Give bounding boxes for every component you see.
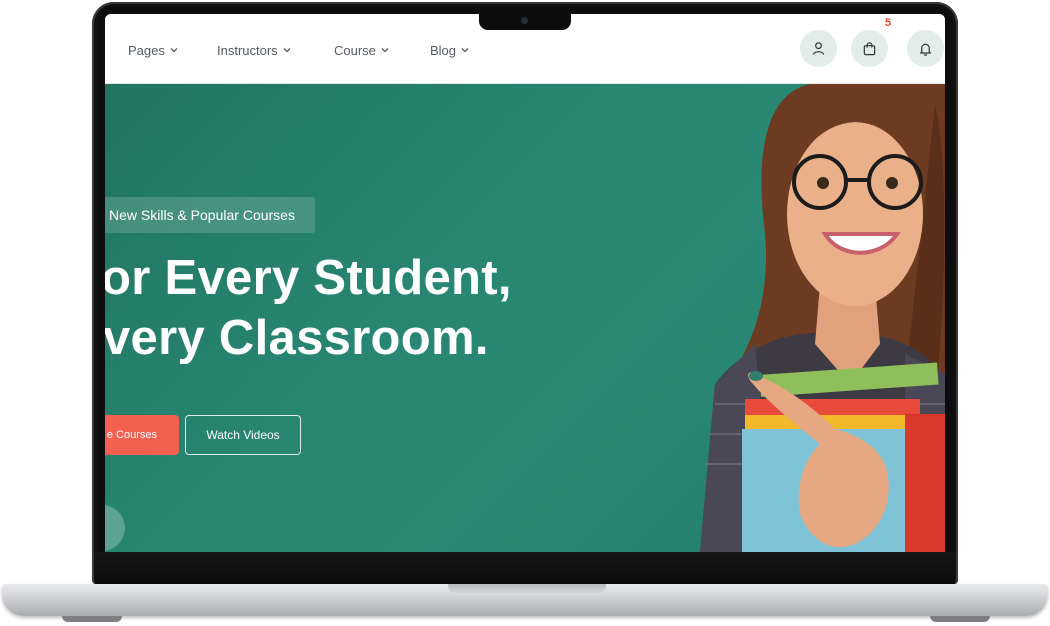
nav-item-label: Instructors (217, 42, 278, 58)
nav-item-label: Pages (128, 42, 165, 58)
account-button[interactable] (800, 30, 837, 67)
nav-item-pages[interactable]: Pages (128, 40, 179, 60)
explore-courses-button[interactable]: e Courses (105, 415, 179, 455)
chevron-down-icon (283, 48, 291, 53)
hero-banner: New Skills & Popular Courses or Every St… (105, 84, 945, 552)
laptop-foot-left (62, 616, 122, 622)
nav-item-label: Blog (430, 42, 457, 58)
laptop-chin (95, 552, 955, 584)
chevron-down-icon (381, 48, 389, 53)
hero-headline-line-2: very Classroom. (105, 311, 489, 365)
laptop-opening-groove (448, 584, 606, 595)
laptop-screen: Pages Instructors Course Blog 5 New Skil… (105, 14, 945, 552)
camera-icon (521, 17, 528, 24)
watch-videos-button[interactable]: Watch Videos (185, 415, 301, 455)
student-photo (700, 84, 945, 552)
laptop-base (2, 584, 1048, 616)
nav-item-instructors[interactable]: Instructors (217, 40, 292, 60)
chevron-down-icon (461, 48, 469, 53)
nav-item-label: Course (334, 42, 376, 58)
camera-notch (479, 13, 571, 30)
notifications-button[interactable] (907, 30, 944, 67)
nav-item-course[interactable]: Course (334, 40, 390, 60)
chevron-down-icon (170, 48, 178, 53)
cart-count-badge: 5 (885, 17, 892, 29)
laptop-mockup: Pages Instructors Course Blog 5 New Skil… (0, 0, 1050, 626)
hero-headline-line-1: or Every Student, (105, 251, 512, 305)
nav-item-blog[interactable]: Blog (430, 40, 470, 60)
play-icon[interactable] (105, 505, 125, 551)
user-icon (812, 42, 825, 55)
bell-icon (920, 43, 931, 56)
cart-button[interactable] (851, 30, 888, 67)
hero-tagline: New Skills & Popular Courses (105, 197, 315, 233)
laptop-foot-right (930, 616, 990, 622)
shopping-bag-icon (863, 42, 876, 56)
